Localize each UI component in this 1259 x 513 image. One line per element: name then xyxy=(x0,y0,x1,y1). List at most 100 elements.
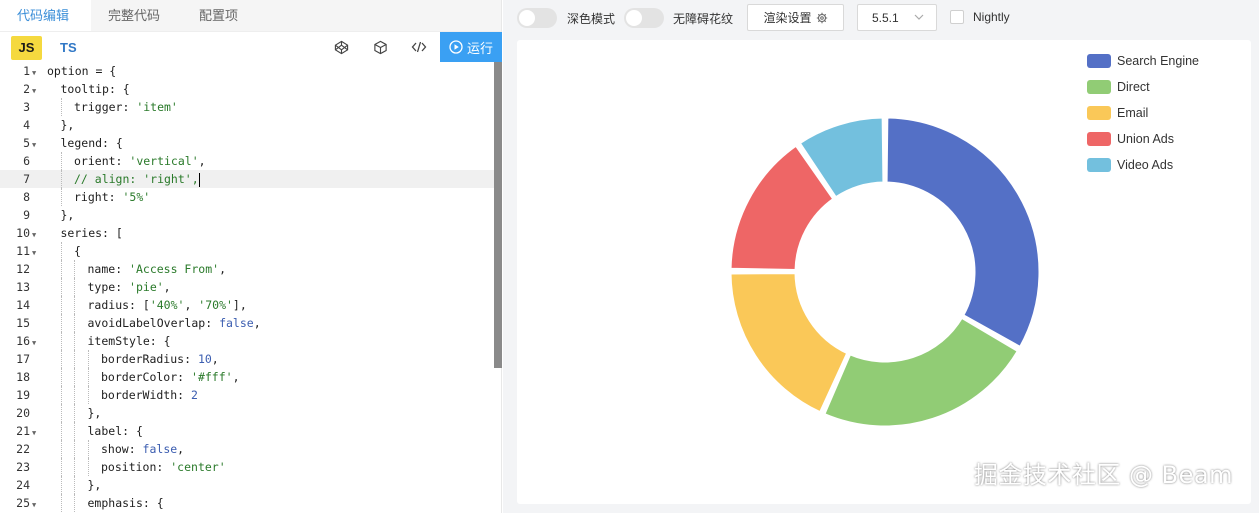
code-line[interactable]: 14 radius: ['40%', '70%'], xyxy=(0,296,502,314)
line-number: 8 xyxy=(23,190,30,204)
code-line[interactable]: 22 show: false, xyxy=(0,440,502,458)
code-line[interactable]: 1 ▼ option = { xyxy=(0,62,502,80)
line-number: 20 xyxy=(16,406,30,420)
legend-label: Video Ads xyxy=(1117,158,1174,172)
codepen-icon[interactable] xyxy=(332,38,350,56)
code-text: orient: 'vertical', xyxy=(42,152,206,170)
line-number: 14 xyxy=(16,298,30,312)
tab-config[interactable]: 配置项 xyxy=(182,0,260,31)
legend-item-email[interactable]: Email xyxy=(1087,106,1148,120)
code-tag-icon[interactable] xyxy=(410,38,428,56)
line-number: 10 ▼ xyxy=(0,224,42,242)
code-line[interactable]: 3 trigger: 'item' xyxy=(0,98,502,116)
line-number: 23 xyxy=(16,460,30,474)
legend-label: Search Engine xyxy=(1117,54,1200,68)
render-settings-button[interactable]: 渲染设置 xyxy=(747,4,844,31)
legend-swatch xyxy=(1087,158,1111,172)
code-text: }, xyxy=(42,476,101,494)
code-text: avoidLabelOverlap: false, xyxy=(42,314,261,332)
code-line[interactable]: 17 borderRadius: 10, xyxy=(0,350,502,368)
fold-arrow-icon[interactable]: ▼ xyxy=(30,496,40,513)
line-number: 15 xyxy=(16,316,30,330)
code-text: borderColor: '#fff', xyxy=(42,368,240,386)
code-line[interactable]: 13 type: 'pie', xyxy=(0,278,502,296)
code-line[interactable]: 25 ▼ emphasis: { xyxy=(0,494,502,512)
code-line[interactable]: 8 right: '5%' xyxy=(0,188,502,206)
code-line[interactable]: 12 name: 'Access From', xyxy=(0,260,502,278)
code-line[interactable]: 7 // align: 'right', xyxy=(0,170,502,188)
code-line[interactable]: 2 ▼ tooltip: { xyxy=(0,80,502,98)
line-number: 19 xyxy=(16,388,30,402)
code-line[interactable]: 19 borderWidth: 2 xyxy=(0,386,502,404)
line-number: 17 xyxy=(16,352,30,366)
accessibility-pattern-toggle[interactable] xyxy=(624,8,664,28)
code-text: // align: 'right', xyxy=(42,170,200,188)
code-editor-pane: 代码编辑 完整代码 配置项 JS TS 运行 1 ▼ option = {2 ▼ too… xyxy=(0,0,502,513)
code-text: series: [ xyxy=(60,226,123,240)
legend-item-search-engine[interactable]: Search Engine xyxy=(1087,54,1199,68)
line-number: 5 ▼ xyxy=(0,134,42,152)
line-number: 13 xyxy=(16,280,30,294)
pie-slice-email[interactable] xyxy=(728,271,850,415)
code-line[interactable]: 11 ▼{ xyxy=(0,242,502,260)
gear-icon xyxy=(816,12,827,23)
ts-language-button[interactable]: TS xyxy=(60,36,77,60)
line-number: 4 xyxy=(23,118,30,132)
code-text: }, xyxy=(42,404,101,422)
editor-scrollbar[interactable] xyxy=(494,62,502,368)
line-number: 2 ▼ xyxy=(0,80,42,98)
tab-full-code[interactable]: 完整代码 xyxy=(91,0,182,31)
code-line[interactable]: 4}, xyxy=(0,116,502,134)
line-number: 22 xyxy=(16,442,30,456)
code-line[interactable]: 23 position: 'center' xyxy=(0,458,502,476)
code-text: right: '5%' xyxy=(42,188,150,206)
code-text: name: 'Access From', xyxy=(42,260,226,278)
code-line[interactable]: 21 ▼ label: { xyxy=(0,422,502,440)
legend-item-direct[interactable]: Direct xyxy=(1087,80,1150,94)
line-number: 24 xyxy=(16,478,30,492)
line-number: 18 xyxy=(16,370,30,384)
run-button-label: 运行 xyxy=(466,40,493,56)
code-line[interactable]: 10 ▼ series: [ xyxy=(0,224,502,242)
codesandbox-icon[interactable] xyxy=(371,38,389,56)
code-line[interactable]: 5 ▼ legend: { xyxy=(0,134,502,152)
legend-label: Direct xyxy=(1117,80,1150,94)
nightly-checkbox[interactable] xyxy=(950,10,964,24)
js-language-button[interactable]: JS xyxy=(11,36,42,60)
line-number: 3 xyxy=(23,100,30,114)
watermark-text: 掘金技术社区 @ Beam xyxy=(973,461,1233,489)
legend-swatch xyxy=(1087,54,1111,68)
render-settings-label: 渲染设置 xyxy=(763,11,812,25)
code-line[interactable]: 6 orient: 'vertical', xyxy=(0,152,502,170)
code-editor[interactable]: 1 ▼ option = {2 ▼ tooltip: {3 trigger: 'item'… xyxy=(0,62,502,513)
legend-item-union-ads[interactable]: Union Ads xyxy=(1087,132,1174,146)
code-line[interactable]: 20}, xyxy=(0,404,502,422)
code-line[interactable]: 18 borderColor: '#fff', xyxy=(0,368,502,386)
code-text: position: 'center' xyxy=(42,458,226,476)
preview-pane: 深色模式 无障碍花纹 渲染设置 5.5.1 Nightly Search Eng… xyxy=(503,0,1259,513)
preview-topbar: 深色模式 无障碍花纹 渲染设置 5.5.1 Nightly xyxy=(503,0,1259,34)
legend-swatch xyxy=(1087,106,1111,120)
pie-slice-search-engine[interactable] xyxy=(884,115,1042,350)
line-number: 9 xyxy=(23,208,30,222)
line-number: 25 ▼ xyxy=(0,494,42,512)
version-select[interactable]: 5.5.1 xyxy=(857,4,937,31)
line-number: 21 ▼ xyxy=(0,422,42,440)
code-line[interactable]: 9}, xyxy=(0,206,502,224)
legend-item-video-ads[interactable]: Video Ads xyxy=(1087,158,1173,172)
line-number: 11 ▼ xyxy=(0,242,42,260)
code-line[interactable]: 24}, xyxy=(0,476,502,494)
code-text: }, xyxy=(60,208,75,222)
code-text: borderRadius: 10, xyxy=(42,350,219,368)
code-text: { xyxy=(42,242,81,260)
tab-code-edit[interactable]: 代码编辑 xyxy=(0,0,92,31)
nightly-label: Nightly xyxy=(973,10,1010,24)
run-button[interactable]: 运行 xyxy=(440,32,502,62)
code-text: option = { xyxy=(47,64,117,78)
legend-swatch xyxy=(1087,80,1111,94)
pie-slice-direct[interactable] xyxy=(822,315,1020,429)
dark-mode-toggle[interactable] xyxy=(517,8,557,28)
code-line[interactable]: 16 ▼ itemStyle: { xyxy=(0,332,502,350)
code-line[interactable]: 15 avoidLabelOverlap: false, xyxy=(0,314,502,332)
legend-label: Union Ads xyxy=(1117,132,1174,146)
